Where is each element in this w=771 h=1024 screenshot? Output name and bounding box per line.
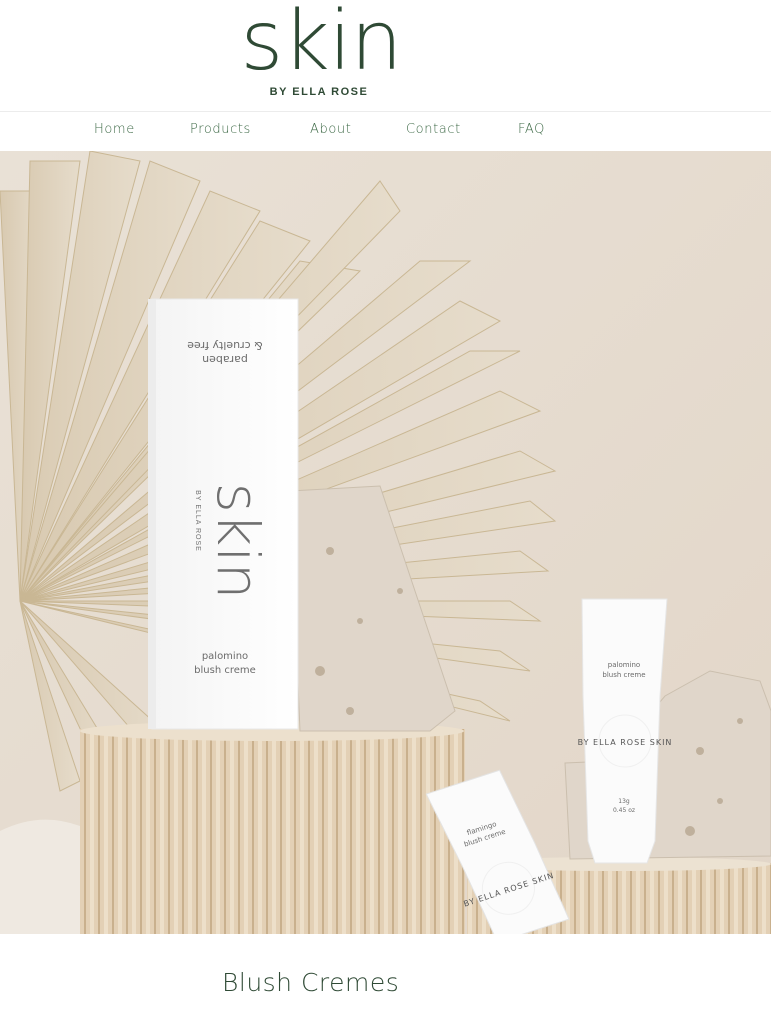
tube-right-product-2: blush creme — [602, 671, 645, 679]
logo[interactable]: skin — [236, 1, 406, 83]
box-tagline-2: & cruelty free — [187, 339, 263, 352]
box-logo-sub: BY ELLA ROSE — [194, 490, 201, 552]
nav-faq-link[interactable]: FAQ — [518, 122, 545, 142]
wood-pedestal — [80, 721, 465, 934]
tube-right-oz: 0.45 oz — [613, 807, 635, 814]
tube-right-weight: 13g — [618, 798, 630, 805]
tube-right-product-1: palomino — [608, 661, 640, 669]
box-logo: skin — [204, 483, 272, 600]
box-tagline-1: paraben — [202, 353, 248, 366]
hero-image: paraben & cruelty free skin BY ELLA ROSE… — [0, 151, 771, 934]
box-product-2: blush creme — [194, 665, 256, 676]
site-header: skin BY ELLA ROSE — [0, 0, 771, 111]
product-box: paraben & cruelty free skin BY ELLA ROSE… — [148, 298, 299, 730]
hero-illustration: paraben & cruelty free skin BY ELLA ROSE… — [0, 151, 771, 934]
nav-home-link[interactable]: Home — [94, 122, 135, 142]
nav-about-link[interactable]: About — [310, 122, 351, 142]
tube-right-ring: BY ELLA ROSE SKIN — [578, 738, 673, 747]
logo-subtitle: BY ELLA ROSE — [269, 86, 369, 98]
section-title: Blush Cremes — [222, 968, 400, 997]
main-nav: Home Products About Contact FAQ — [0, 111, 771, 151]
box-product-1: palomino — [202, 651, 248, 662]
nav-products-link[interactable]: Products — [190, 122, 251, 142]
nav-contact-link[interactable]: Contact — [406, 122, 461, 142]
